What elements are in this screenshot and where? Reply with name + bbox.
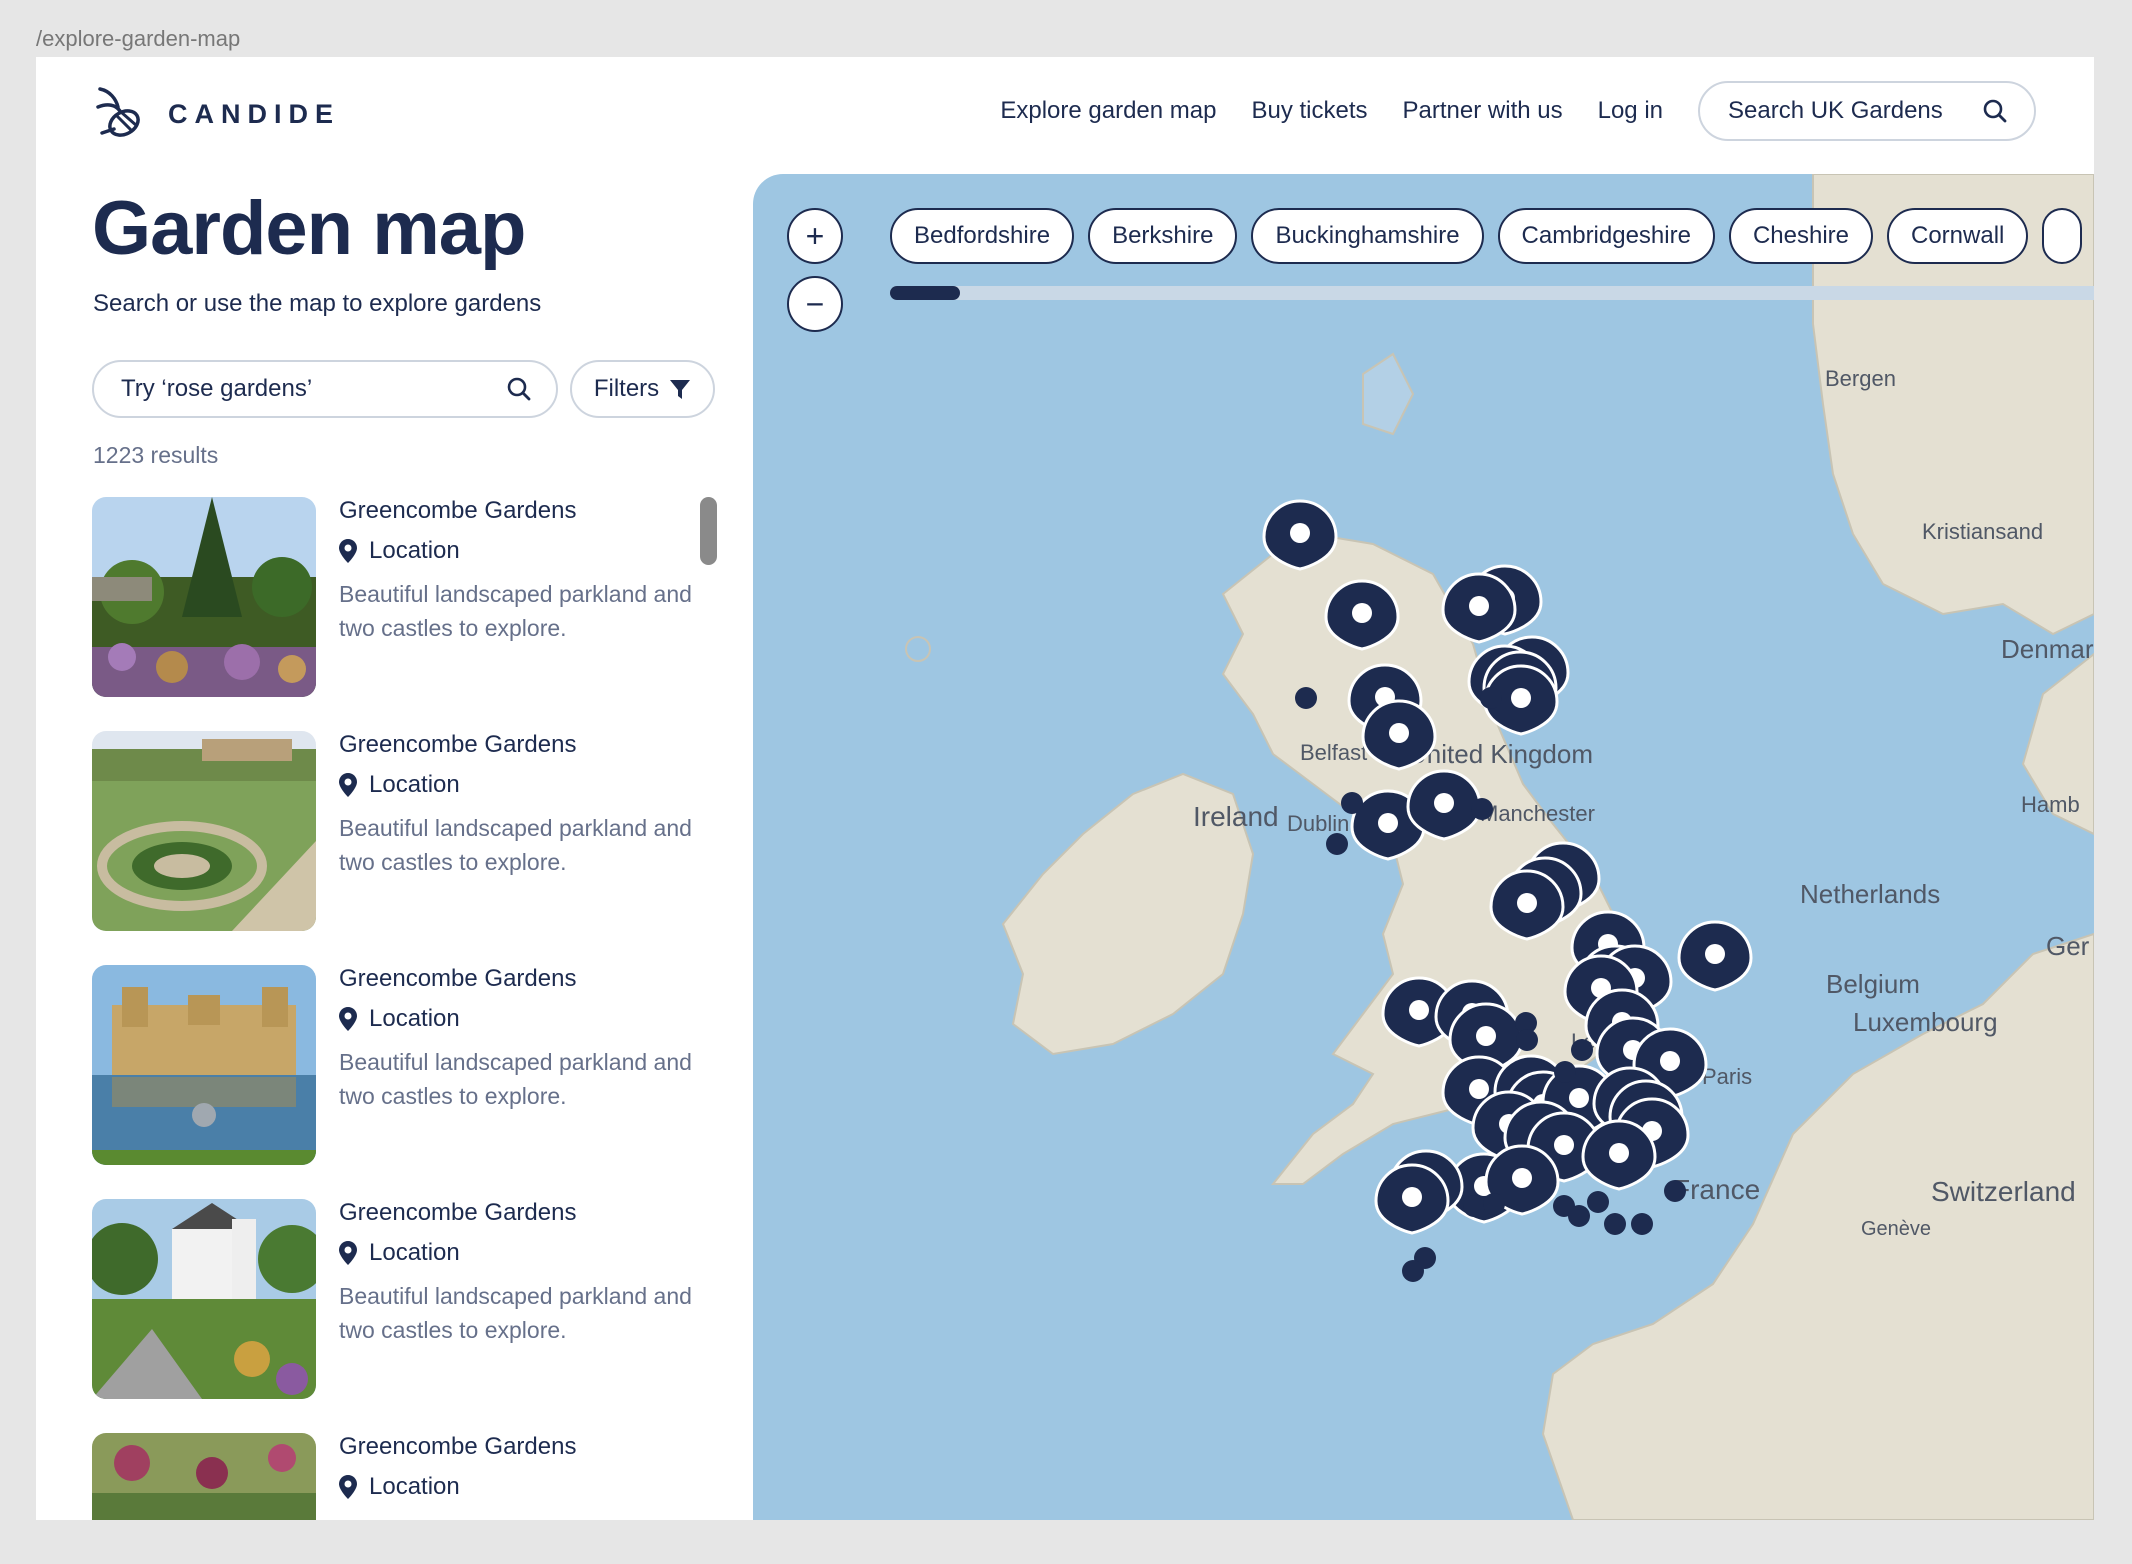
garden-description: Beautiful landscaped parkland and two ca…	[339, 1283, 692, 1343]
search-uk-gardens-label: Search UK Gardens	[1728, 97, 1943, 124]
chip-bedfordshire[interactable]: Bedfordshire	[890, 208, 1075, 264]
route-path: /explore-garden-map	[36, 26, 241, 51]
garden-title[interactable]: Greencombe Gardens	[339, 497, 576, 525]
location-pin-icon	[339, 539, 357, 563]
location-pin-icon	[339, 1475, 357, 1499]
garden-description: Beautiful landscaped parkland and two ca…	[339, 581, 692, 641]
garden-search-placeholder: Try ‘rose gardens’	[121, 375, 313, 402]
garden-description: Beautiful landscaped parkland and two ca…	[339, 815, 692, 875]
map-markers[interactable]	[753, 174, 2094, 1520]
garden-location-label: Location	[369, 771, 460, 798]
garden-card[interactable]: Greencombe Gardens Location Beautiful la…	[92, 1199, 692, 1399]
garden-title[interactable]: Greencombe Gardens	[339, 1433, 576, 1461]
list-scrollbar[interactable]	[700, 497, 717, 565]
map-marker-icon[interactable]	[1677, 920, 1753, 992]
garden-title[interactable]: Greencombe Gardens	[339, 1199, 576, 1227]
garden-card[interactable]: Greencombe Gardens Location Beautiful la…	[92, 731, 692, 931]
chip-next-partial[interactable]	[2042, 208, 2083, 264]
location-pin-icon	[339, 773, 357, 797]
garden-location: Location	[339, 537, 460, 565]
garden-map[interactable]: Bergen Kristiansand Denmar Hamb Netherla…	[753, 174, 2094, 1520]
county-chip-bar: Bedfordshire Berkshire Buckinghamshire C…	[890, 208, 2083, 264]
garden-location: Location	[339, 1473, 460, 1501]
chip-buckinghamshire[interactable]: Buckinghamshire	[1251, 208, 1484, 264]
brand-logo[interactable]: CANDIDE	[92, 85, 340, 143]
garden-location-label: Location	[369, 1005, 460, 1032]
search-icon	[507, 377, 531, 401]
garden-location: Location	[339, 1005, 460, 1033]
garden-list[interactable]: Greencombe Gardens Location Beautiful la…	[92, 497, 722, 1520]
location-pin-icon	[339, 1007, 357, 1031]
map-marker-icon[interactable]	[1361, 699, 1437, 771]
map-marker-icon[interactable]	[1441, 572, 1517, 644]
garden-location-label: Location	[369, 537, 460, 564]
search-uk-gardens-button[interactable]: Search UK Gardens	[1698, 81, 2036, 141]
garden-title[interactable]: Greencombe Gardens	[339, 965, 576, 993]
garden-location-label: Location	[369, 1239, 460, 1266]
garden-photo	[92, 731, 316, 931]
filters-label: Filters	[593, 375, 660, 402]
chip-scroll-thumb[interactable]	[890, 286, 960, 300]
garden-photo	[92, 1199, 316, 1399]
brand-name: CANDIDE	[168, 98, 341, 129]
garden-location-label: Location	[369, 1473, 460, 1500]
filters-button[interactable]: Filters	[570, 360, 715, 418]
nav-partner-with-us[interactable]: Partner with us	[1403, 97, 1563, 125]
garden-description: Beautiful landscaped parkland and two ca…	[339, 1049, 692, 1109]
garden-thumbnail[interactable]	[92, 1433, 316, 1520]
garden-photo	[92, 965, 316, 1165]
nav-buy-tickets[interactable]: Buy tickets	[1251, 97, 1367, 125]
garden-photo	[92, 497, 316, 697]
location-pin-icon	[339, 1241, 357, 1265]
chip-cheshire[interactable]: Cheshire	[1728, 208, 1873, 264]
top-nav: Explore garden map Buy tickets Partner w…	[1000, 81, 2036, 141]
chip-cornwall[interactable]: Cornwall	[1887, 208, 2029, 264]
results-count: 1223 results	[93, 442, 219, 468]
chip-scroll-track[interactable]	[890, 286, 2094, 300]
garden-search-input[interactable]: Try ‘rose gardens’	[92, 360, 558, 418]
garden-photo	[92, 1433, 316, 1520]
page-subtitle: Search or use the map to explore gardens	[93, 290, 542, 317]
app-window: CANDIDE Explore garden map Buy tickets P…	[36, 57, 2094, 1520]
nav-explore-garden-map[interactable]: Explore garden map	[1000, 97, 1216, 125]
map-marker-icon[interactable]	[1406, 769, 1482, 841]
map-marker-icon[interactable]	[1374, 1163, 1450, 1235]
map-marker-icon[interactable]	[1262, 499, 1338, 571]
zoom-out-button[interactable]: −	[787, 276, 843, 332]
garden-thumbnail[interactable]	[92, 965, 316, 1165]
map-marker-icon[interactable]	[1489, 869, 1565, 941]
garden-thumbnail[interactable]	[92, 731, 316, 931]
search-icon	[1983, 99, 2007, 123]
garden-card[interactable]: Greencombe Gardens Location Beautiful la…	[92, 497, 692, 697]
zoom-in-button[interactable]: +	[787, 208, 843, 264]
chip-cambridgeshire[interactable]: Cambridgeshire	[1497, 208, 1715, 264]
garden-location: Location	[339, 771, 460, 799]
nav-log-in[interactable]: Log in	[1598, 97, 1663, 125]
garden-thumbnail[interactable]	[92, 497, 316, 697]
garden-location: Location	[339, 1239, 460, 1267]
garden-card[interactable]: Greencombe Gardens Location Beautiful la…	[92, 965, 692, 1165]
bee-logo-icon	[96, 87, 140, 137]
page-title: Garden map	[92, 186, 526, 271]
garden-title[interactable]: Greencombe Gardens	[339, 731, 576, 759]
chip-berkshire[interactable]: Berkshire	[1088, 208, 1238, 264]
filter-icon	[670, 380, 691, 399]
garden-card[interactable]: Greencombe Gardens Location	[92, 1433, 692, 1520]
garden-thumbnail[interactable]	[92, 1199, 316, 1399]
map-marker-icon[interactable]	[1324, 579, 1400, 651]
map-marker-icon[interactable]	[1581, 1119, 1657, 1191]
